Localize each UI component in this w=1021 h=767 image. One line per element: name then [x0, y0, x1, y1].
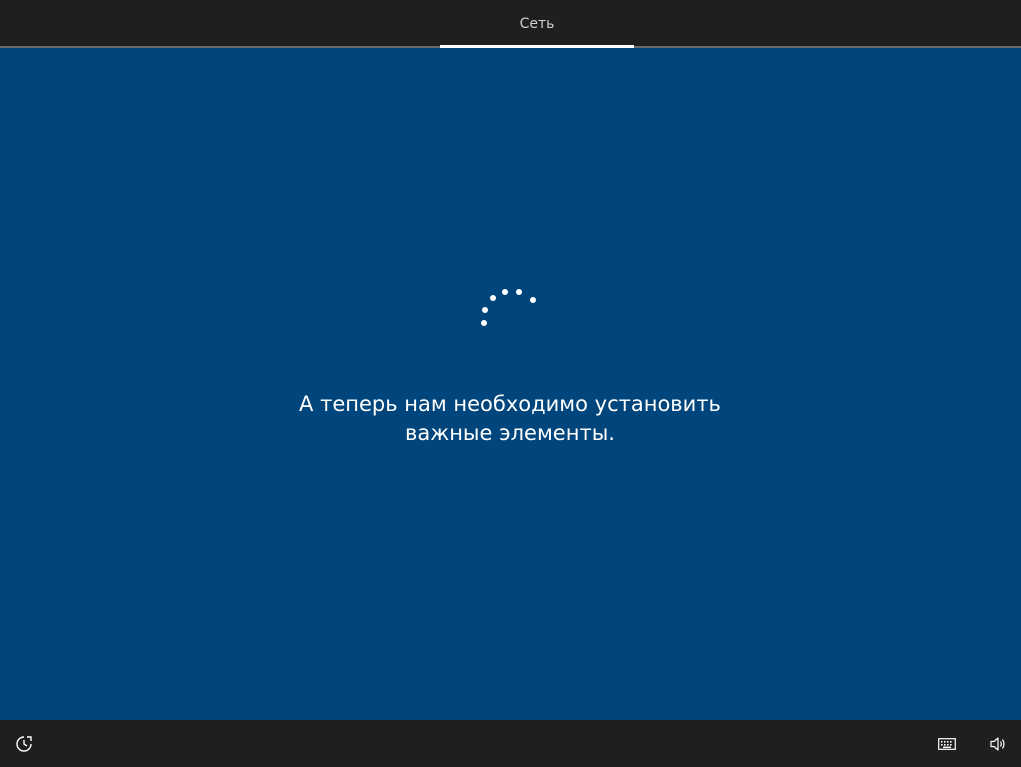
status-message: А теперь нам необходимо установить важны…: [210, 390, 810, 448]
active-tab-indicator: [440, 45, 634, 48]
volume-icon: [990, 737, 1005, 751]
ease-of-access-icon: [16, 736, 32, 752]
bottom-toolbar: [0, 720, 1021, 767]
status-message-line-1: А теперь нам необходимо установить: [299, 392, 721, 416]
ease-of-access-button[interactable]: [13, 733, 35, 755]
tab-network: Сеть: [519, 16, 555, 32]
spinner-dot: [502, 289, 508, 295]
top-progress-bar: Сеть: [0, 0, 1021, 48]
spinner-dot: [516, 289, 522, 295]
spinner-dot: [481, 320, 487, 326]
spinner-dot: [530, 297, 536, 303]
keyboard-icon: [938, 738, 956, 750]
volume-button[interactable]: [987, 733, 1009, 755]
status-message-line-2: важные элементы.: [405, 421, 615, 445]
oobe-screen: Сеть А теперь нам необходимо установить …: [0, 0, 1021, 767]
loading-spinner: [470, 280, 550, 340]
spinner-dot: [490, 295, 496, 301]
spinner-dot: [482, 307, 488, 313]
keyboard-button[interactable]: [936, 733, 958, 755]
